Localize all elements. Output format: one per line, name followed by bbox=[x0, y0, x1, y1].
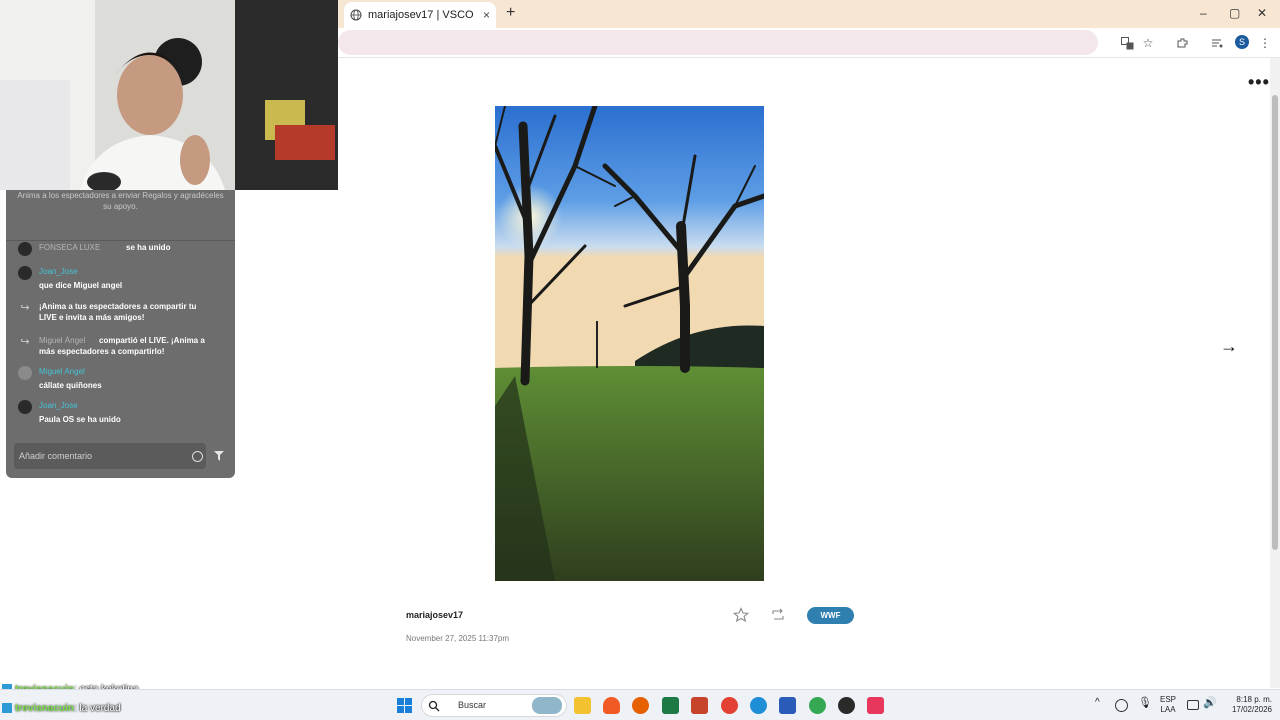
obs-icon[interactable] bbox=[838, 697, 855, 714]
avatar bbox=[18, 242, 32, 256]
lang-bottom: LAA bbox=[1160, 705, 1176, 714]
edge-icon[interactable] bbox=[750, 697, 767, 714]
twitch-icon bbox=[2, 703, 12, 714]
post-username[interactable]: mariajosev17 bbox=[406, 610, 463, 620]
media-control-icon[interactable] bbox=[1209, 35, 1225, 51]
language-indicator[interactable]: ESP LAA bbox=[1158, 695, 1178, 715]
chat-username[interactable]: Miguel Angel bbox=[39, 366, 85, 377]
post-photo bbox=[495, 106, 764, 581]
new-tab-button[interactable]: + bbox=[506, 4, 515, 22]
next-arrow-icon[interactable]: → bbox=[1220, 336, 1238, 357]
chat-text: Paula OS se ha unido bbox=[39, 415, 121, 424]
chat-message: Miguel Angel cállate quiñones bbox=[18, 366, 228, 392]
search-icon bbox=[428, 700, 440, 712]
chat-username[interactable]: Joan_Jose bbox=[39, 400, 78, 411]
webcam-overlay bbox=[0, 0, 338, 190]
chat-text: ¡Anima a tus espectadores a compartir tu bbox=[39, 302, 197, 311]
lang-top: ESP bbox=[1159, 695, 1176, 704]
stream-chat-line: trevisnacuin: la verdad bbox=[2, 703, 121, 714]
brave-icon[interactable] bbox=[603, 697, 620, 714]
live-tip-text: Anima a los espectadores a enviar Regalo… bbox=[17, 191, 224, 211]
comment-input[interactable]: Añadir comentario bbox=[14, 443, 206, 469]
network-status-icon[interactable] bbox=[1115, 699, 1128, 712]
live-chat-panel: Anima a los espectadores a enviar Regalo… bbox=[6, 190, 235, 478]
wifi-icon[interactable] bbox=[1187, 700, 1199, 710]
share-icon: ↪ bbox=[20, 302, 30, 314]
browser-toolbar: ☆ S ⋮ bbox=[338, 28, 1280, 58]
avatar bbox=[18, 366, 32, 380]
scrollbar-thumb[interactable] bbox=[1272, 95, 1278, 550]
chat-text: más espectadores a compartirlo! bbox=[39, 347, 165, 356]
chat-text: que dice Miguel angel bbox=[39, 281, 123, 290]
firefox-icon[interactable] bbox=[632, 697, 649, 714]
avatar bbox=[18, 400, 32, 414]
repost-icon[interactable] bbox=[770, 607, 786, 623]
share-icon: ↪ bbox=[20, 336, 30, 348]
word-icon[interactable] bbox=[779, 697, 796, 714]
tab-bar: mariajosev17 | VSCO × + – ▢ ✕ bbox=[338, 0, 1280, 28]
profile-avatar[interactable]: S bbox=[1235, 35, 1249, 49]
translate-icon[interactable] bbox=[1119, 35, 1135, 51]
chat-username[interactable]: Joan_Jose bbox=[39, 266, 78, 277]
microphone-icon[interactable]: 🎙 bbox=[1138, 698, 1152, 709]
chat-text: se ha unido bbox=[126, 243, 171, 252]
extensions-icon[interactable] bbox=[1174, 35, 1190, 51]
browser-menu-icon[interactable]: ⋮ bbox=[1257, 35, 1273, 51]
emoji-icon[interactable] bbox=[192, 451, 203, 462]
browser-tab[interactable]: mariajosev17 | VSCO × bbox=[344, 2, 496, 28]
close-window-button[interactable]: ✕ bbox=[1257, 6, 1267, 20]
chrome-active-icon[interactable] bbox=[809, 697, 826, 714]
chat-system-message: ↪ ¡Anima a tus espectadores a compartir … bbox=[18, 301, 228, 327]
restore-button[interactable]: ▢ bbox=[1229, 6, 1240, 20]
tiktok-live-icon[interactable] bbox=[867, 697, 884, 714]
send-icon[interactable] bbox=[213, 450, 225, 462]
tab-title: mariajosev17 | VSCO bbox=[368, 9, 474, 21]
windows-start-icon[interactable] bbox=[396, 697, 413, 714]
volume-icon[interactable]: 🔊 bbox=[1203, 698, 1217, 709]
chat-username[interactable]: FONSECA LUXE bbox=[39, 242, 100, 253]
file-explorer-icon[interactable] bbox=[574, 697, 591, 714]
chrome-icon[interactable] bbox=[721, 697, 738, 714]
post-date: November 27, 2025 11:37pm bbox=[406, 634, 510, 643]
bookmark-star-icon[interactable]: ☆ bbox=[1140, 35, 1156, 51]
divider bbox=[6, 240, 235, 241]
chat-message: FONSECA LUXE se ha unido bbox=[18, 242, 228, 256]
powerpoint-icon[interactable] bbox=[691, 697, 708, 714]
clock-date: 17/02/2026 bbox=[1231, 705, 1272, 714]
clock[interactable]: 8:18 p. m. 17/02/2026 bbox=[1222, 695, 1272, 715]
more-options-icon[interactable]: ••• bbox=[1248, 72, 1270, 93]
chat-text: LIVE e invita a más amigos! bbox=[39, 313, 145, 322]
avatar bbox=[18, 266, 32, 280]
tray-chevron-icon[interactable]: ^ bbox=[1095, 698, 1100, 708]
close-tab-icon[interactable]: × bbox=[483, 8, 490, 22]
stream-chat-text: : la verdad bbox=[73, 703, 121, 714]
search-highlight-icon bbox=[532, 697, 562, 714]
address-bar[interactable] bbox=[338, 30, 1098, 55]
globe-icon bbox=[350, 9, 362, 21]
stream-chat-user: trevisnacuin bbox=[15, 703, 74, 714]
wwf-badge[interactable]: WWF bbox=[807, 607, 854, 624]
chat-text: cállate quiñones bbox=[39, 381, 102, 390]
favorite-star-icon[interactable] bbox=[733, 607, 749, 623]
chat-message: Joan_Jose Paula OS se ha unido bbox=[18, 400, 228, 426]
chat-text: compartió el LIVE. ¡Anima a bbox=[99, 336, 205, 345]
chat-system-message: ↪ Miguel Ángel compartió el LIVE. ¡Anima… bbox=[18, 335, 228, 361]
minimize-button[interactable]: – bbox=[1200, 6, 1207, 20]
excel-icon[interactable] bbox=[662, 697, 679, 714]
clock-time: 8:18 p. m. bbox=[1236, 695, 1272, 704]
taskbar: Buscar ^ 🎙 ESP LAA 🔊 8:18 p. m. 17/02/20… bbox=[0, 689, 1280, 720]
chat-message: Joan_Jose que dice Miguel angel bbox=[18, 266, 228, 292]
chat-username[interactable]: Miguel Ángel bbox=[39, 335, 85, 346]
